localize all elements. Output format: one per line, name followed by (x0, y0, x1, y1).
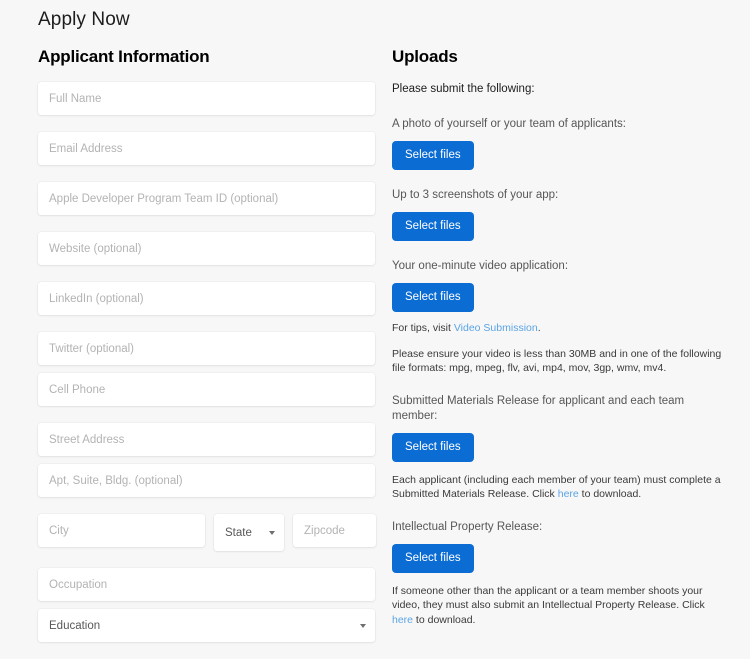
video-tips-note: For tips, visit Video Submission. (392, 321, 722, 336)
zipcode-placeholder: Zipcode (304, 524, 345, 537)
select-files-button-submitted-materials-release[interactable]: Select files (392, 432, 474, 462)
website-placeholder: Website (optional) (49, 242, 142, 255)
apt-suite-bldg-input[interactable]: Apt, Suite, Bldg. (optional) (38, 464, 375, 497)
page-title: Apply Now (38, 9, 130, 30)
video-tips-note-after: . (537, 322, 541, 334)
select-files-button-screenshots[interactable]: Select files (392, 212, 474, 241)
upload-label-submitted-materials-release: Submitted Materials Release for applican… (392, 394, 685, 422)
cell-phone-input[interactable]: Cell Phone (38, 373, 375, 406)
email-address-input[interactable]: Email Address (38, 132, 375, 165)
upload-block-screenshots: Up to 3 screenshots of your app: Select … (392, 188, 722, 241)
twitter-placeholder: Twitter (optional) (49, 342, 135, 355)
applicant-information-column: Applicant Information Full Name Email Ad… (38, 46, 376, 659)
upload-label-photo: A photo of yourself or your team of appl… (392, 118, 626, 130)
street-address-placeholder: Street Address (49, 433, 125, 446)
intellectual-property-release-note: If someone other than the applicant or a… (392, 584, 722, 628)
uploads-intro: Please submit the following: (392, 83, 535, 95)
zipcode-input[interactable]: Zipcode (293, 514, 376, 547)
video-submission-link[interactable]: Video Submission (454, 322, 538, 334)
street-address-input[interactable]: Street Address (38, 423, 375, 456)
occupation-input[interactable]: Occupation (38, 568, 375, 601)
uploads-heading: Uploads (392, 47, 458, 66)
city-placeholder: City (49, 524, 69, 537)
ipr-note-before: If someone other than the applicant or a… (392, 584, 705, 612)
apply-now-page: Apply Now Applicant Information Full Nam… (0, 0, 750, 642)
apple-team-id-input[interactable]: Apple Developer Program Team ID (optiona… (38, 182, 375, 215)
full-name-placeholder: Full Name (49, 92, 102, 105)
select-files-button-photo[interactable]: Select files (392, 141, 474, 170)
linkedin-placeholder: LinkedIn (optional) (49, 292, 144, 305)
cell-phone-placeholder: Cell Phone (49, 383, 106, 396)
intellectual-property-release-download-link[interactable]: here (392, 614, 413, 626)
website-input[interactable]: Website (optional) (38, 232, 375, 265)
upload-label-video: Your one-minute video application: (392, 260, 569, 272)
ipr-note-after: to download. (413, 613, 476, 626)
full-name-input[interactable]: Full Name (38, 82, 375, 115)
linkedin-input[interactable]: LinkedIn (optional) (38, 282, 375, 315)
smr-note-before: Each applicant (including each member of… (392, 473, 721, 501)
video-format-note: Please ensure your video is less than 30… (392, 347, 722, 375)
apple-team-id-placeholder: Apple Developer Program Team ID (optiona… (49, 192, 279, 205)
applicant-information-heading: Applicant Information (38, 47, 210, 66)
submitted-materials-release-download-link[interactable]: here (558, 488, 579, 500)
submitted-materials-release-note: Each applicant (including each member of… (392, 473, 722, 502)
upload-label-screenshots: Up to 3 screenshots of your app: (392, 189, 559, 201)
apt-suite-bldg-placeholder: Apt, Suite, Bldg. (optional) (49, 474, 183, 487)
smr-note-after: to download. (578, 488, 642, 500)
email-address-placeholder: Email Address (49, 142, 123, 155)
state-value: State (225, 526, 252, 539)
occupation-placeholder: Occupation (49, 578, 108, 591)
upload-label-intellectual-property-release: Intellectual Property Release: (392, 520, 543, 533)
state-select[interactable]: State (214, 514, 284, 551)
video-tips-note-before: For tips, visit (392, 322, 454, 334)
uploads-column: Uploads Please submit the following: A p… (392, 46, 722, 645)
city-input[interactable]: City (38, 514, 205, 547)
chevron-down-icon (269, 530, 275, 535)
chevron-down-icon (360, 623, 366, 628)
education-value: Education (49, 619, 101, 632)
select-files-button-intellectual-property-release[interactable]: Select files (392, 543, 474, 573)
city-state-zip-row: City State Zipcode (38, 514, 376, 551)
upload-block-video: Your one-minute video application: Selec… (392, 259, 722, 376)
upload-block-intellectual-property-release: Intellectual Property Release: Select fi… (392, 520, 722, 628)
twitter-input[interactable]: Twitter (optional) (38, 332, 375, 365)
upload-block-submitted-materials-release: Submitted Materials Release for applican… (392, 394, 722, 502)
upload-block-photo: A photo of yourself or your team of appl… (392, 117, 722, 170)
select-files-button-video[interactable]: Select files (392, 283, 474, 312)
